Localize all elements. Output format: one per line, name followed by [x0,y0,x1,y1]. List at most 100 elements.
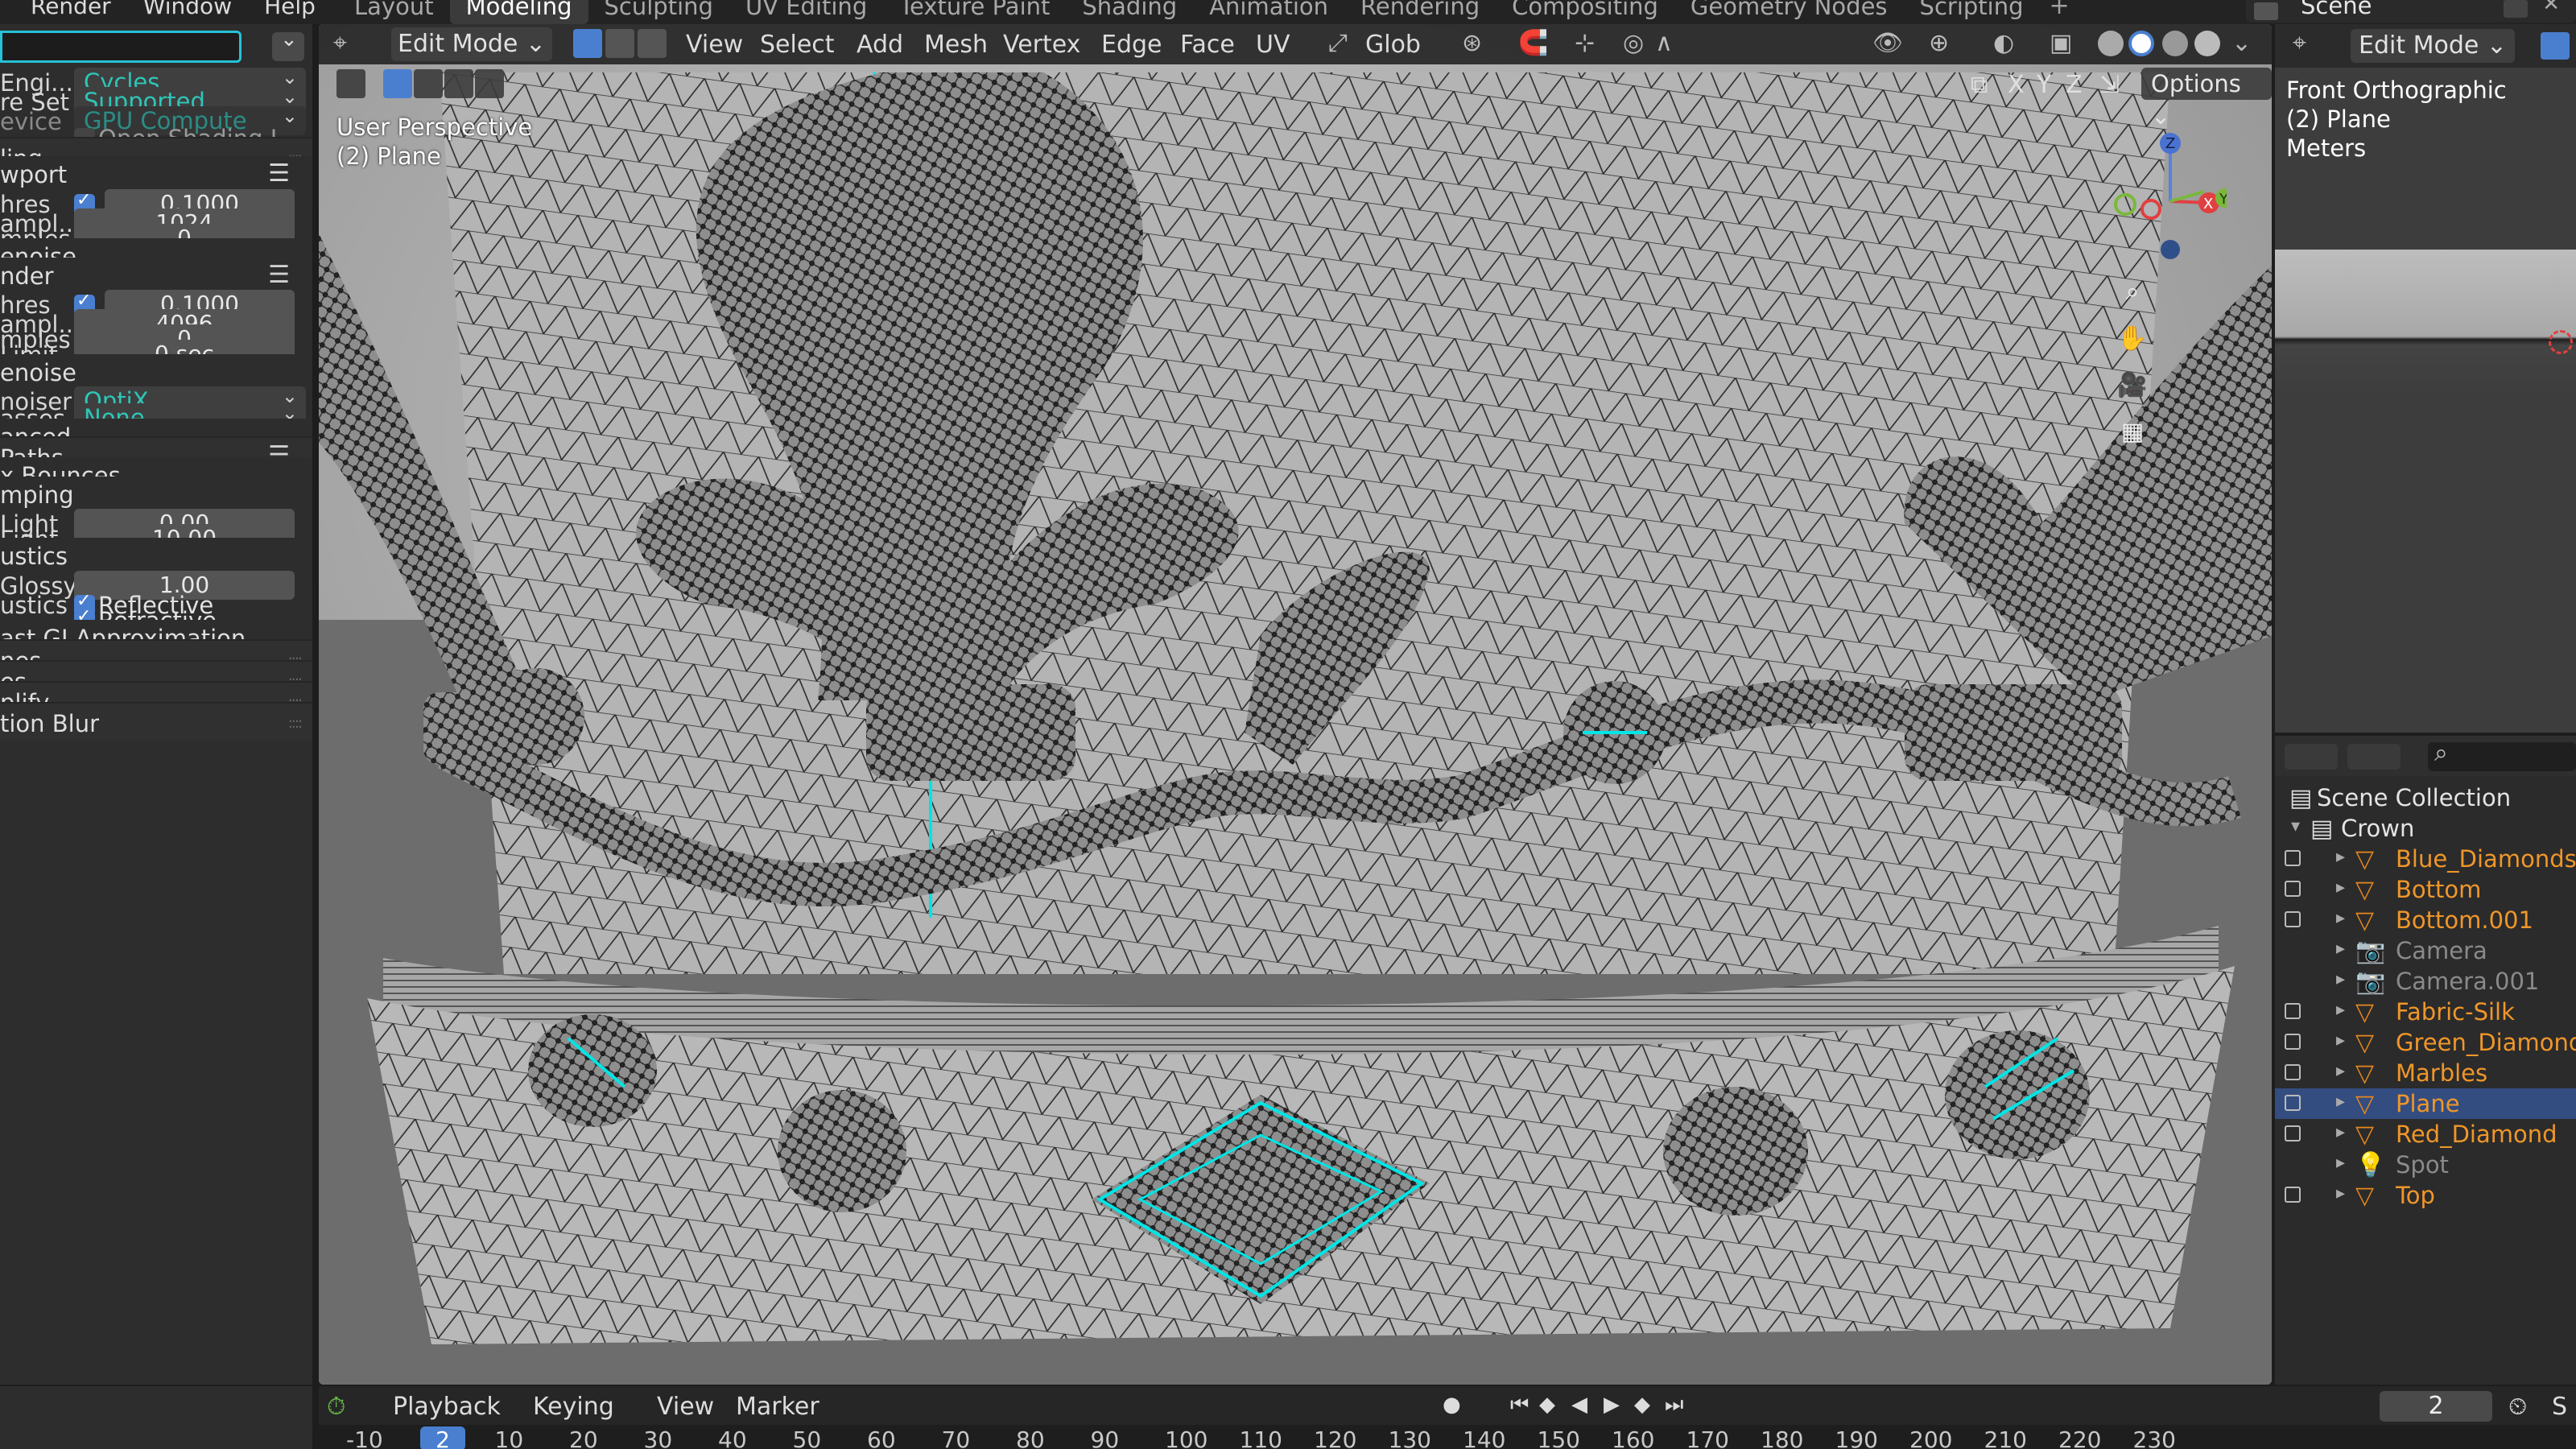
outliner-item[interactable]: ▸ ▽ Bottom [2275,874,2576,905]
proportional-editing-icon[interactable]: ◎ [1623,29,1644,57]
material-shading-button[interactable] [2162,31,2188,56]
presets-list-icon[interactable]: ☰ [268,159,290,188]
record-icon[interactable]: ● [1443,1393,1461,1417]
transform-orientation-dropdown[interactable]: Glob [1365,31,1421,59]
play-reverse-icon[interactable]: ◀ [1571,1393,1587,1417]
gizmo-neg-x-axis[interactable] [2140,199,2161,220]
menu-select[interactable]: Select [760,31,835,59]
outliner-item[interactable]: ▸ ▽ Plane [2275,1088,2576,1119]
tab-shading[interactable]: Shading [1066,0,1193,24]
mirror-icon[interactable]: ⧉ [1971,71,1988,99]
restrict-select-icon[interactable] [2285,1187,2301,1203]
options-dropdown[interactable]: Options ⌄ [2141,68,2272,130]
menu-marker[interactable]: Marker [736,1393,819,1421]
play-icon[interactable]: ▶ [1604,1393,1620,1417]
expand-arrow-icon[interactable]: ▸ [2336,1030,2345,1051]
outliner-item[interactable]: ▸ ▽ Green_Diamonds [2275,1027,2576,1058]
select-mode-extend-button[interactable] [414,69,443,98]
menu-add[interactable]: Add [857,31,903,59]
mode-selector[interactable]: Edit Mode ⌄ [391,27,553,61]
outliner-item[interactable]: ▸ ▽ Red_Diamond [2275,1119,2576,1150]
outliner-item[interactable]: ▸ 📷 Camera [2275,935,2576,966]
scene-collection-row[interactable]: ▤ Scene Collection [2275,782,2576,813]
restrict-select-icon[interactable] [2285,881,2301,897]
crown-collection-row[interactable]: ▾ ▤ Crown [2275,813,2576,844]
outliner-item[interactable]: ▸ ▽ Blue_Diamonds [2275,844,2576,874]
outliner-search-input[interactable] [2428,742,2576,771]
outliner-display-mode-button[interactable] [2347,744,2401,770]
edge-select-mode-button[interactable] [605,29,634,58]
gizmo-neg-y-axis[interactable] [2114,193,2136,216]
outliner-item[interactable]: ▸ ▽ Top [2275,1180,2576,1211]
menu-keying[interactable]: Keying [533,1393,614,1421]
expand-arrow-icon[interactable]: ▸ [2336,1183,2345,1203]
tab-animation[interactable]: Animation [1193,0,1344,24]
menu-uv[interactable]: UV [1256,31,1290,59]
outliner-item[interactable]: ▸ 💡 Spot [2275,1150,2576,1180]
front-vertex-select-button[interactable] [2541,32,2570,60]
overlay-toggle-icon[interactable]: ◐ [1993,29,2014,57]
expand-arrow-icon[interactable]: ▸ [2336,939,2345,959]
motion-blur-panel-header[interactable]: tion Blur :::: [0,702,312,741]
tab-scripting[interactable]: Scripting [1904,0,2040,24]
menu-vertex[interactable]: Vertex [1003,31,1080,59]
select-tool-button[interactable] [336,69,365,98]
menu-mesh[interactable]: Mesh [924,31,988,59]
restrict-select-icon[interactable] [2285,1095,2301,1111]
properties-search-input[interactable] [0,31,242,63]
restrict-select-icon[interactable] [2285,1125,2301,1141]
ortho-grid-icon[interactable]: ▦ [2114,414,2151,451]
restrict-select-icon[interactable] [2285,850,2301,866]
select-mode-intersect-button[interactable] [475,69,504,98]
menu-help[interactable]: Help [248,0,332,19]
solid-shading-button[interactable] [2128,31,2154,56]
gizmo-neg-z-axis[interactable] [2161,240,2180,259]
falloff-icon[interactable]: ∧ [1655,29,1673,57]
camera-view-icon[interactable]: 🎥 [2114,367,2151,404]
expand-arrow-icon[interactable]: ▸ [2336,877,2345,898]
zoom-icon[interactable]: ⌕ [2114,274,2151,311]
shading-options-icon[interactable]: ⌄ [2231,29,2252,57]
menu-render[interactable]: Render [0,0,127,19]
snap-icon[interactable]: 🧲 [1518,29,1548,57]
select-mode-subtract-button[interactable] [444,69,473,98]
snap-target-icon[interactable]: ⊹ [1575,29,1595,57]
prev-keyframe-icon[interactable]: ◆ [1539,1393,1555,1417]
new-scene-button[interactable] [2504,0,2528,18]
collapse-arrow-icon[interactable]: ▾ [2291,816,2300,836]
menu-view[interactable]: View [686,31,743,59]
tab-rendering[interactable]: Rendering [1344,0,1496,24]
editor-type-icon[interactable]: ⌖ [333,29,347,57]
timeline-ruler[interactable]: -10 2 10 20 30 40 50 60 70 80 90 100 110 120 130 140 150… [319,1425,2576,1449]
front-ortho-viewport[interactable]: ⌖ Edit Mode ⌄ Front Orthographic (2) Pla… [2275,24,2576,733]
tab-layout[interactable]: Layout [338,0,450,24]
mirror-z-toggle[interactable]: Z [2066,71,2083,99]
properties-editor-type-button[interactable] [272,27,304,61]
pan-hand-icon[interactable]: ✋ [2114,320,2151,357]
presets-list-icon[interactable]: ☰ [268,261,290,289]
outliner-editor-type-button[interactable] [2285,744,2338,770]
restrict-select-icon[interactable] [2285,911,2301,927]
auto-keying-icon[interactable]: ⏲ [2508,1393,2527,1421]
auto-merge-icon[interactable]: ⇲ [2099,71,2120,99]
expand-arrow-icon[interactable]: ▸ [2336,847,2345,867]
timeline-playhead[interactable]: 2 [420,1426,465,1449]
expand-arrow-icon[interactable]: ▸ [2336,969,2345,989]
rendered-shading-button[interactable] [2194,31,2220,56]
next-keyframe-icon[interactable]: ◆ [1634,1393,1650,1417]
expand-arrow-icon[interactable]: ▸ [2336,1092,2345,1112]
expand-arrow-icon[interactable]: ▸ [2336,908,2345,928]
restrict-select-icon[interactable] [2285,1034,2301,1050]
front-mode-selector[interactable]: Edit Mode ⌄ [2351,29,2516,63]
outliner-item[interactable]: ▸ ▽ Marbles [2275,1058,2576,1088]
select-mode-new-button[interactable] [383,69,412,98]
timeline-editor-type-icon[interactable]: ⏱ [327,1393,345,1421]
tab-uv-editing[interactable]: UV Editing [729,0,883,24]
gizmo-toggle-icon[interactable]: ⊕ [1929,29,1949,57]
jump-start-icon[interactable]: ⏮ [1510,1393,1529,1418]
expand-arrow-icon[interactable]: ▸ [2336,1153,2345,1173]
scene-selector[interactable]: Scene ✕ [2246,0,2576,23]
tab-geometry-nodes[interactable]: Geometry Nodes [1674,0,1904,24]
mirror-y-toggle[interactable]: Y [2037,71,2051,99]
outliner-item[interactable]: ▸ 📷 Camera.001 [2275,966,2576,997]
